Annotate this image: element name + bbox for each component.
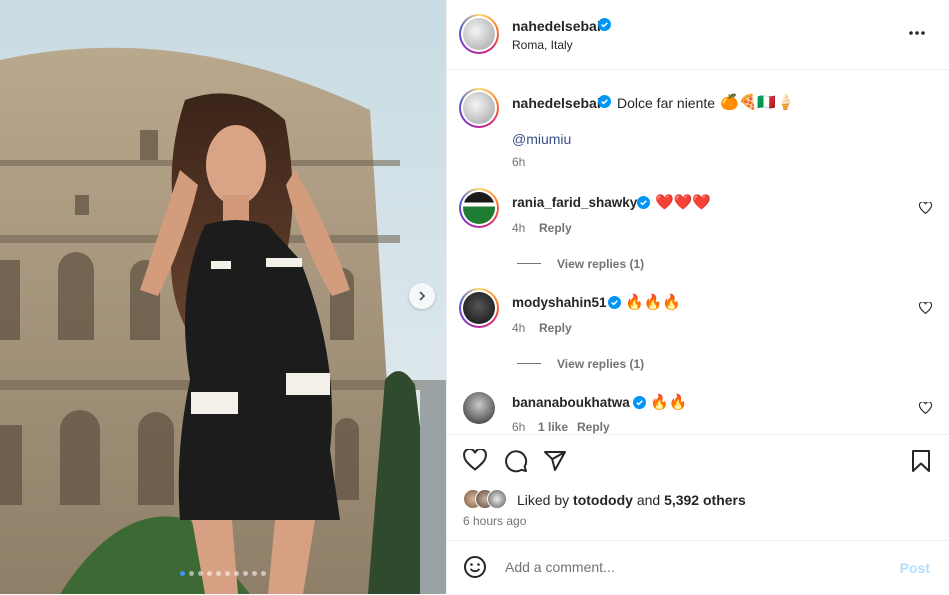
carousel-dot <box>216 571 221 576</box>
comment-username[interactable]: rania_farid_shawky <box>512 195 637 210</box>
caption-avatar[interactable] <box>459 88 499 128</box>
carousel-dot <box>207 571 212 576</box>
carousel-dot <box>180 571 185 576</box>
post-location[interactable]: Roma, Italy <box>512 38 573 52</box>
comment-avatar[interactable] <box>463 392 495 424</box>
carousel-dot <box>198 571 203 576</box>
comment-username[interactable]: modyshahin51 <box>512 295 607 310</box>
post-header: nahedelsebai Roma, Italy <box>447 0 949 70</box>
post-photo[interactable] <box>0 0 446 594</box>
more-options-icon[interactable] <box>908 30 926 36</box>
comment-time[interactable]: 6h <box>512 420 525 434</box>
comment-likes[interactable]: 1 like <box>538 420 568 434</box>
verified-badge-icon <box>598 18 611 31</box>
comment-avatar[interactable] <box>459 288 499 328</box>
add-comment-bar: Post <box>447 540 949 595</box>
carousel-dot <box>243 571 248 576</box>
like-comment-icon[interactable] <box>919 402 932 414</box>
liked-by-text: Liked by totodody and 5,392 others <box>517 492 746 508</box>
author-avatar[interactable] <box>459 14 499 54</box>
photo-image <box>0 0 446 594</box>
caption-mention[interactable]: @miumiu <box>512 131 571 147</box>
author-username[interactable]: nahedelsebai <box>512 18 601 34</box>
comment-time[interactable]: 4h <box>512 321 525 335</box>
comment-text: ❤️❤️❤️ <box>655 194 712 211</box>
heart-icon[interactable] <box>463 449 487 471</box>
comment-avatar[interactable] <box>459 188 499 228</box>
comment-icon[interactable] <box>504 449 528 473</box>
reply-button[interactable]: Reply <box>539 221 572 235</box>
liked-by-user[interactable]: totodody <box>573 492 633 508</box>
emoji-icon[interactable] <box>463 555 487 579</box>
caption-time[interactable]: 6h <box>512 155 525 169</box>
verified-badge-icon <box>598 95 611 108</box>
view-replies-label: View replies (1) <box>557 257 645 271</box>
next-photo-button[interactable] <box>409 283 435 309</box>
view-replies-button[interactable]: View replies (1) <box>517 255 644 273</box>
liked-by-joiner: and <box>636 492 661 508</box>
post-side-panel: nahedelsebai Roma, Italy nahedelsebai Do… <box>446 0 949 594</box>
reply-button[interactable]: Reply <box>539 321 572 335</box>
share-icon[interactable] <box>543 449 567 473</box>
carousel-dot <box>252 571 257 576</box>
post-timestamp[interactable]: 6 hours ago <box>463 514 526 528</box>
comment-time[interactable]: 4h <box>512 221 525 235</box>
liked-by-avatars[interactable] <box>463 489 513 509</box>
carousel-dot <box>189 571 194 576</box>
next-arrow-icon <box>419 291 426 301</box>
liked-by-prefix: Liked by <box>517 492 570 508</box>
carousel-indicator <box>0 571 446 576</box>
view-replies-button[interactable]: View replies (1) <box>517 355 644 373</box>
carousel-dot <box>225 571 230 576</box>
comment-text: 🔥🔥 <box>650 394 688 411</box>
comment-input[interactable] <box>503 558 887 576</box>
comment-username[interactable]: bananaboukhatwa <box>512 395 630 410</box>
verified-badge-icon <box>633 396 646 409</box>
post-actions: Liked by totodody and 5,392 others 6 hou… <box>447 434 949 539</box>
bookmark-icon[interactable] <box>911 449 931 473</box>
liked-by-others[interactable]: 5,392 others <box>664 492 746 508</box>
verified-badge-icon <box>608 296 621 309</box>
like-comment-icon[interactable] <box>919 302 932 314</box>
caption-text: Dolce far niente <box>617 95 716 111</box>
carousel-dot <box>234 571 239 576</box>
carousel-dot <box>261 571 266 576</box>
caption-emojis: 🍊🍕🇮🇹🍦 <box>720 94 795 111</box>
post-comment-button[interactable]: Post <box>900 560 930 576</box>
caption-username[interactable]: nahedelsebai <box>512 95 601 111</box>
reply-button[interactable]: Reply <box>577 420 610 434</box>
verified-badge-icon <box>637 196 650 209</box>
like-comment-icon[interactable] <box>919 202 932 214</box>
view-replies-label: View replies (1) <box>557 357 645 371</box>
comment-text: 🔥🔥🔥 <box>625 294 682 311</box>
